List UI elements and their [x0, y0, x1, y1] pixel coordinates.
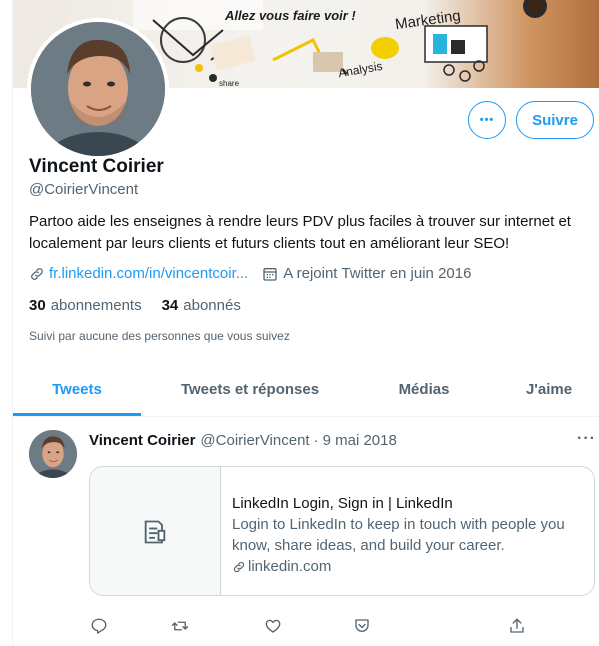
- tweet-avatar-image: [29, 430, 77, 478]
- following-label: abonnements: [50, 297, 142, 314]
- reply-button[interactable]: [87, 614, 111, 638]
- retweet-icon: [171, 621, 189, 631]
- calendar-icon: [263, 267, 277, 281]
- bookmark-button[interactable]: [350, 614, 374, 638]
- profile-handle: @CoirierVincent: [29, 181, 139, 198]
- following-count: 30: [29, 297, 46, 314]
- profile-bio: Partoo aide les enseignes à rendre leurs…: [29, 213, 571, 252]
- follow-button[interactable]: Suivre: [516, 101, 594, 139]
- link-card-title: LinkedIn Login, Sign in | LinkedIn: [232, 495, 453, 512]
- share-button[interactable]: [505, 614, 529, 638]
- profile-tabs: Tweets Tweets et réponses Médias J'aime: [13, 364, 599, 417]
- article-icon: [144, 520, 166, 544]
- followers-stat[interactable]: 34 abonnés: [162, 297, 241, 314]
- tweet-more-button[interactable]: ···: [577, 430, 596, 448]
- bookmark-icon: [355, 619, 369, 632]
- profile-photo-image: [31, 22, 165, 156]
- followed-by-text: Suivi par aucune des personnes que vous …: [29, 329, 290, 343]
- tweet-date[interactable]: 9 mai 2018: [323, 432, 397, 449]
- profile-avatar[interactable]: [27, 18, 169, 160]
- more-options-button[interactable]: •••: [468, 101, 506, 139]
- followers-count: 34: [161, 297, 179, 314]
- tweet-author-avatar[interactable]: [29, 430, 77, 478]
- profile-name: Vincent Coirier: [29, 156, 164, 177]
- banner-tagline: Allez vous faire voir !: [224, 8, 356, 23]
- link-icon: [233, 561, 245, 572]
- like-icon: [265, 619, 281, 633]
- link-card-domain-text: linkedin.com: [248, 558, 332, 575]
- tab-media[interactable]: Médias: [359, 364, 489, 416]
- active-tab-indicator: [13, 413, 141, 416]
- follow-stats: 30 abonnements 34 abonnés: [29, 297, 261, 314]
- more-dots-icon: •••: [479, 114, 495, 126]
- tweet-author-handle[interactable]: @CoirierVincent: [200, 432, 309, 449]
- profile-joined: A rejoint Twitter en juin 2016: [262, 265, 471, 282]
- link-card-text: LinkedIn Login, Sign in | LinkedIn Login…: [232, 493, 584, 577]
- profile-page: Allez vous faire voir ! share Analysis M…: [12, 0, 599, 646]
- tweet-actions: [89, 614, 595, 638]
- followers-label: abonnés: [183, 297, 241, 314]
- following-stat[interactable]: 30 abonnements: [29, 297, 142, 314]
- link-card-domain: linkedin.com: [232, 556, 584, 577]
- profile-meta: fr.linkedin.com/in/vincentcoir... A rejo…: [29, 265, 471, 282]
- link-card[interactable]: LinkedIn Login, Sign in | LinkedIn Login…: [89, 466, 595, 596]
- banner-share-text: share: [219, 79, 240, 88]
- like-button[interactable]: [261, 614, 285, 638]
- reply-icon: [91, 618, 107, 634]
- tab-likes[interactable]: J'aime: [489, 364, 599, 416]
- banner-analysis-text: Analysis: [337, 59, 383, 81]
- tweet-separator: ·: [313, 432, 319, 449]
- tweet-author-name[interactable]: Vincent Coirier: [89, 432, 195, 449]
- retweet-button[interactable]: [168, 614, 192, 638]
- tab-tweets-and-replies[interactable]: Tweets et réponses: [141, 364, 359, 416]
- tweet-header: Vincent Coirier @CoirierVincent · 9 mai …: [89, 432, 397, 449]
- profile-website-link[interactable]: fr.linkedin.com/in/vincentcoir...: [49, 265, 248, 282]
- tab-tweets[interactable]: Tweets: [13, 364, 141, 416]
- joined-date-text: A rejoint Twitter en juin 2016: [283, 265, 472, 282]
- link-card-description: Login to LinkedIn to keep in touch with …: [232, 516, 565, 554]
- share-icon: [510, 618, 524, 633]
- link-icon: [31, 267, 43, 280]
- link-card-thumbnail: [90, 467, 221, 595]
